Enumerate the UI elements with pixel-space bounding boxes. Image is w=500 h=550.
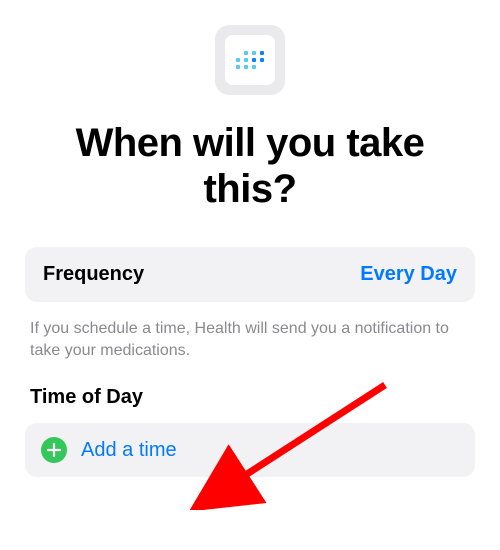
frequency-value: Every Day: [360, 263, 457, 286]
calendar-icon: [215, 25, 285, 95]
calendar-icon-inner: [225, 35, 275, 85]
frequency-label: Frequency: [43, 263, 144, 286]
time-of-day-title: Time of Day: [30, 386, 470, 409]
page-title: When will you take this?: [25, 120, 475, 212]
schedule-hint: If you schedule a time, Health will send…: [30, 318, 470, 361]
plus-icon: [41, 437, 67, 463]
add-time-label: Add a time: [81, 439, 177, 462]
frequency-row[interactable]: Frequency Every Day: [25, 247, 475, 302]
add-time-button[interactable]: Add a time: [25, 423, 475, 477]
header-icon-container: [25, 25, 475, 95]
